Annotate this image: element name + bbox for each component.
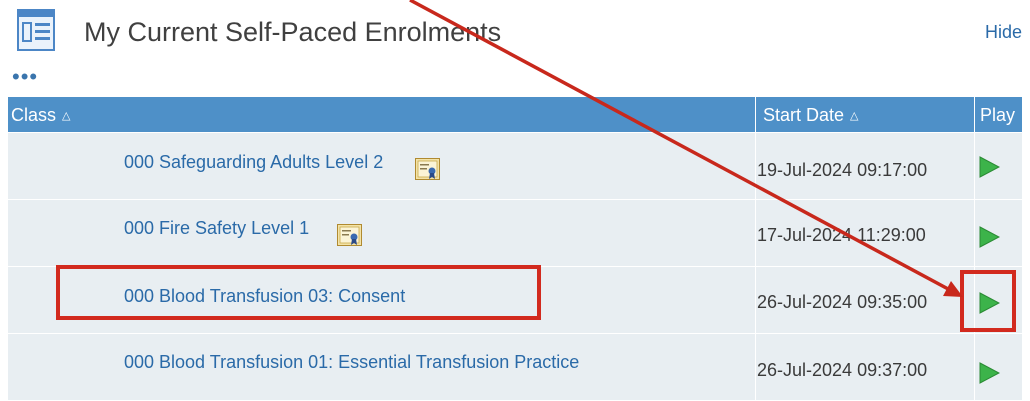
- toolbar: •••: [0, 64, 1030, 97]
- column-divider: [755, 334, 756, 400]
- column-divider: [755, 133, 756, 199]
- start-date: 26-Jul-2024 09:35:00: [757, 292, 928, 312]
- class-link[interactable]: 000 Safeguarding Adults Level 2: [124, 152, 383, 173]
- start-date: 26-Jul-2024 09:37:00: [757, 360, 928, 380]
- sort-up-icon: △: [850, 110, 859, 122]
- column-divider: [755, 200, 756, 266]
- start-date-column-label: Start Date: [763, 105, 845, 125]
- column-divider: [974, 133, 975, 199]
- play-icon[interactable]: [978, 292, 1000, 314]
- start-date: 17-Jul-2024 11:29:00: [757, 225, 926, 245]
- sort-up-icon: △: [62, 110, 71, 122]
- start-date: 19-Jul-2024 09:17:00: [757, 160, 928, 180]
- certificate-icon[interactable]: [337, 224, 362, 246]
- more-options-button[interactable]: •••: [12, 66, 38, 88]
- certificate-icon[interactable]: [415, 158, 440, 180]
- class-link[interactable]: 000 Blood Transfusion 01: Essential Tran…: [124, 352, 579, 373]
- table-row: 000 Blood Transfusion 01: Essential Tran…: [8, 334, 1022, 401]
- panel-header: My Current Self-Paced Enrolments Hide: [0, 0, 1030, 65]
- class-link[interactable]: 000 Fire Safety Level 1: [124, 218, 309, 239]
- table-row: 000 Safeguarding Adults Level 2 19-Jul-2…: [8, 133, 1022, 200]
- start-date-column-header[interactable]: Start Date △: [763, 97, 859, 132]
- table-header: Class △ Start Date △ Play: [8, 97, 1022, 132]
- class-link[interactable]: 000 Blood Transfusion 03: Consent: [124, 286, 405, 307]
- play-column-header: Play: [980, 105, 1016, 125]
- enrolments-panel: My Current Self-Paced Enrolments Hide ••…: [0, 0, 1030, 401]
- column-divider: [974, 334, 975, 400]
- table-row: 000 Fire Safety Level 1 17-Jul-2024 11:2…: [8, 200, 1022, 267]
- column-divider: [974, 267, 975, 333]
- play-icon[interactable]: [978, 226, 1000, 248]
- column-divider: [755, 97, 756, 132]
- hide-link[interactable]: Hide: [985, 22, 1022, 43]
- class-column-header[interactable]: Class △: [11, 97, 70, 132]
- list-icon: [17, 9, 55, 51]
- page-title: My Current Self-Paced Enrolments: [84, 17, 502, 47]
- class-column-label: Class: [11, 105, 57, 125]
- column-divider: [755, 267, 756, 333]
- table-row: 000 Blood Transfusion 03: Consent 26-Jul…: [8, 267, 1022, 334]
- column-divider: [974, 97, 975, 132]
- column-divider: [974, 200, 975, 266]
- play-icon[interactable]: [978, 156, 1000, 178]
- play-icon[interactable]: [978, 362, 1000, 384]
